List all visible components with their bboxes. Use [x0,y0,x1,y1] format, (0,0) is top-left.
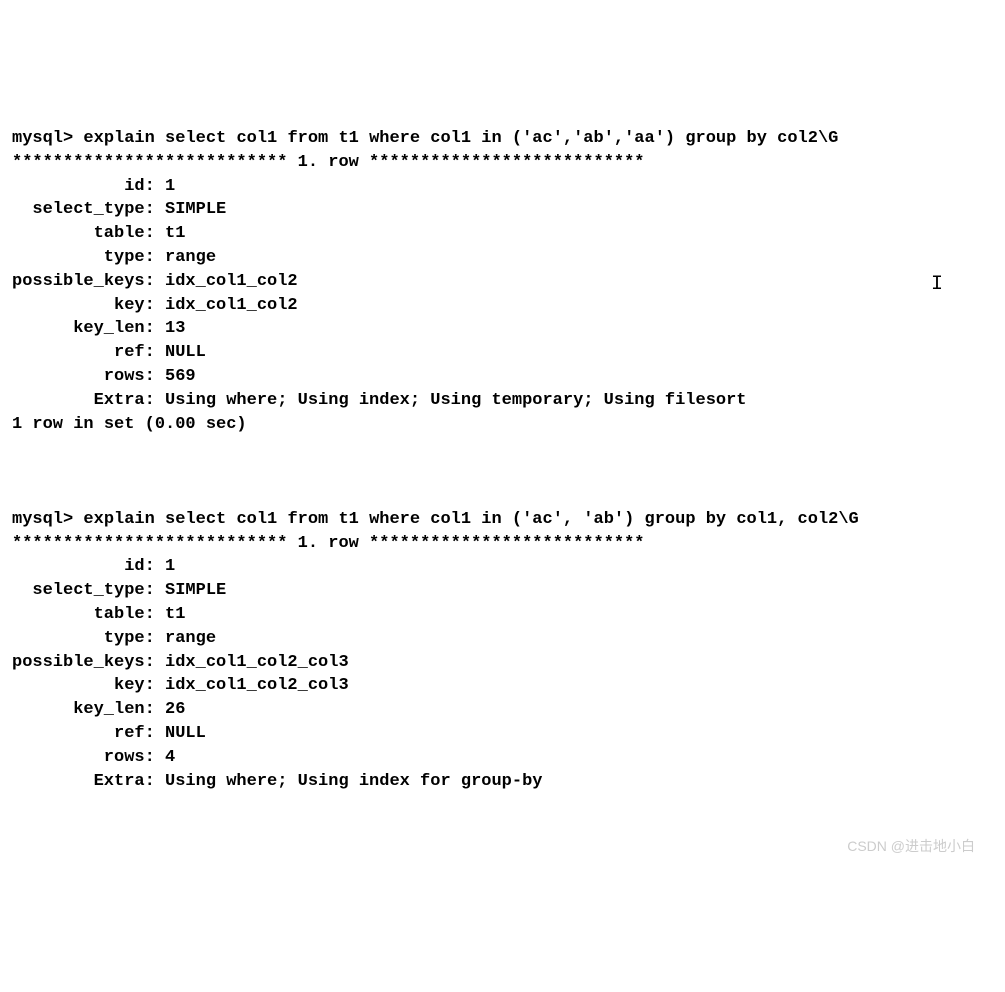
field-value-ref: NULL [165,724,206,743]
field-label-key: key [12,674,145,698]
field-value-table: t1 [165,605,185,624]
field-label-rows: rows [12,746,145,770]
field-value-select-type: SIMPLE [165,581,226,600]
field-value-table: t1 [165,224,185,243]
field-value-key: idx_col1_col2_col3 [165,676,349,695]
field-value-id: 1 [165,177,175,196]
field-value-ref: NULL [165,343,206,362]
row-header: *************************** 1. row *****… [12,534,645,553]
field-label-ref: ref [12,341,145,365]
field-value-select-type: SIMPLE [165,200,226,219]
watermark: CSDN @进击地小白 [847,837,975,857]
field-label-key: key [12,294,145,318]
field-label-ref: ref [12,722,145,746]
field-value-rows: 4 [165,748,175,767]
field-label-key-len: key_len [12,317,145,341]
field-label-table: table [12,222,145,246]
sql-command: explain select col1 from t1 where col1 i… [83,510,858,529]
field-value-extra: Using where; Using index for group-by [165,772,542,791]
field-label-id: id [12,555,145,579]
field-value-possible-keys: idx_col1_col2_col3 [165,653,349,672]
query-block-2: mysql> explain select col1 from t1 where… [12,508,993,794]
field-label-possible-keys: possible_keys [12,651,145,675]
sql-command: explain select col1 from t1 where col1 i… [83,129,838,148]
text-cursor-icon: I [931,271,943,299]
result-footer: 1 row in set (0.00 sec) [12,415,247,434]
field-label-rows: rows [12,365,145,389]
field-label-select-type: select_type [12,198,145,222]
mysql-prompt[interactable]: mysql> [12,510,73,529]
terminal-output: mysql> explain select col1 from t1 where… [12,103,993,865]
field-value-rows: 569 [165,367,196,386]
field-label-extra: Extra [12,770,145,794]
field-value-possible-keys: idx_col1_col2 [165,272,298,291]
field-label-extra: Extra [12,389,145,413]
query-block-1: mysql> explain select col1 from t1 where… [12,127,993,436]
field-label-table: table [12,603,145,627]
field-value-type: range [165,629,216,648]
field-value-type: range [165,248,216,267]
field-value-extra: Using where; Using index; Using temporar… [165,391,747,410]
field-label-key-len: key_len [12,698,145,722]
field-label-type: type [12,627,145,651]
mysql-prompt[interactable]: mysql> [12,129,73,148]
field-label-select-type: select_type [12,579,145,603]
field-label-type: type [12,246,145,270]
field-value-key-len: 26 [165,700,185,719]
field-label-possible-keys: possible_keys [12,270,145,294]
row-header: *************************** 1. row *****… [12,153,645,172]
field-value-key-len: 13 [165,319,185,338]
field-value-id: 1 [165,557,175,576]
field-label-id: id [12,175,145,199]
field-value-key: idx_col1_col2 [165,296,298,315]
